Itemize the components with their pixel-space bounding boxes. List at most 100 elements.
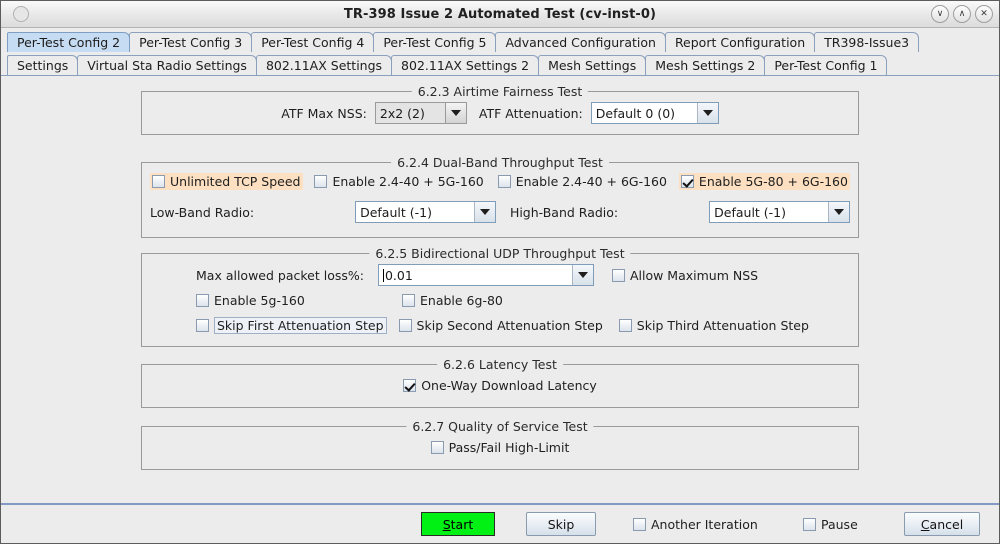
checkbox-box: [633, 517, 646, 531]
checkbox-label: Skip Second Attenuation Step: [416, 318, 603, 333]
checkbox-box: [803, 517, 816, 531]
checkbox-enable-5g-80-plus-6g-160[interactable]: Enable 5G-80 + 6G-160: [678, 173, 850, 190]
chevron-down-icon[interactable]: [827, 202, 849, 222]
max-packet-loss-combo[interactable]: 0.01: [377, 264, 594, 286]
start-label: tart: [450, 516, 474, 532]
checkbox-label: Enable 6g-80: [420, 293, 503, 308]
group-quality-of-service-test: 6.2.7 Quality of Service Test Pass/Fail …: [141, 419, 859, 470]
cancel-mnemonic: C: [920, 516, 930, 532]
group-bidirectional-udp-throughput-test: 6.2.5 Bidirectional UDP Throughput Test …: [141, 246, 859, 347]
checkbox-skip-first-attenuation-step[interactable]: Skip First Attenuation Step: [194, 316, 389, 335]
checkbox-label: Pause: [821, 516, 858, 532]
low-band-radio-select[interactable]: Default (-1): [355, 201, 496, 223]
tab-per-test-config-1[interactable]: Per-Test Config 1: [764, 55, 888, 75]
maximize-icon[interactable]: ∧: [953, 5, 971, 23]
checkbox-label: Skip First Attenuation Step: [214, 317, 387, 334]
checkbox-enable-24-40-plus-5g-160[interactable]: Enable 2.4-40 + 5G-160: [312, 173, 485, 190]
group-dualband-legend: 6.2.4 Dual-Band Throughput Test: [391, 155, 609, 170]
chevron-down-icon[interactable]: [696, 103, 718, 123]
group-latency-test: 6.2.6 Latency Test One-Way Download Late…: [141, 357, 859, 408]
group-airtime-fairness-test: 6.2.3 Airtime Fairness Test ATF Max NSS:…: [141, 84, 859, 135]
window-controls: ∨ ∧ ✕: [931, 1, 993, 27]
skip-button[interactable]: Skip: [526, 512, 596, 536]
atf-attenuation-select[interactable]: Default 0 (0): [590, 102, 719, 124]
tab-tr398-issue3[interactable]: TR398-Issue3: [814, 32, 920, 52]
cancel-button[interactable]: Cancel: [904, 512, 980, 536]
checkbox-label: Skip Third Attenuation Step: [636, 318, 809, 333]
tab-per-test-config-2[interactable]: Per-Test Config 2: [7, 32, 131, 52]
checkbox-box: [314, 175, 328, 188]
checkbox-allow-maximum-nss[interactable]: Allow Maximum NSS: [610, 267, 760, 284]
low-band-radio-value: Default (-1): [360, 204, 432, 220]
checkbox-skip-third-attenuation-step[interactable]: Skip Third Attenuation Step: [617, 317, 811, 334]
checkbox-enable-5g-160[interactable]: Enable 5g-160: [194, 292, 400, 309]
checkbox-box: [497, 175, 511, 188]
tab-virtual-sta-radio-settings[interactable]: Virtual Sta Radio Settings: [77, 55, 257, 75]
atf-max-nss-label: ATF Max NSS:: [281, 105, 367, 121]
group-qos-legend: 6.2.7 Quality of Service Test: [406, 419, 594, 434]
atf-attenuation-value: Default 0 (0): [595, 105, 676, 121]
checkbox-box: [618, 319, 632, 332]
start-mnemonic: S: [442, 516, 451, 532]
checkbox-skip-second-attenuation-step[interactable]: Skip Second Attenuation Step: [397, 317, 605, 334]
tab-row-1: Per-Test Config 2 Per-Test Config 3 Per-…: [1, 30, 999, 52]
checkbox-label: One-Way Download Latency: [421, 378, 597, 393]
checkbox-label: Allow Maximum NSS: [629, 267, 759, 283]
checkbox-box: [152, 175, 165, 188]
checkbox-label: Unlimited TCP Speed: [170, 174, 301, 189]
checkbox-pause[interactable]: Pause: [801, 516, 860, 533]
atf-max-nss-value: 2x2 (2): [375, 103, 445, 123]
title-bar[interactable]: TR-398 Issue 2 Automated Test (cv-inst-0…: [1, 1, 999, 28]
checkbox-box: [398, 319, 412, 332]
checkbox-one-way-download-latency[interactable]: One-Way Download Latency: [401, 377, 599, 394]
low-band-radio-label: Low-Band Radio:: [150, 204, 255, 220]
tab-per-test-config-4[interactable]: Per-Test Config 4: [251, 32, 375, 52]
checkbox-label: Pass/Fail High-Limit: [448, 440, 570, 455]
chevron-down-icon[interactable]: [571, 265, 593, 285]
checkbox-label: Enable 5G-80 + 6G-160: [698, 174, 848, 189]
group-dual-band-throughput-test: 6.2.4 Dual-Band Throughput Test Unlimite…: [141, 155, 859, 238]
tab-content-per-test-config-2: 6.2.3 Airtime Fairness Test ATF Max NSS:…: [1, 75, 999, 503]
application-window: TR-398 Issue 2 Automated Test (cv-inst-0…: [0, 0, 1000, 544]
tab-advanced-configuration[interactable]: Advanced Configuration: [495, 32, 666, 52]
checkbox-box: [611, 268, 625, 282]
tab-bar: Per-Test Config 2 Per-Test Config 3 Per-…: [1, 28, 999, 75]
high-band-radio-select[interactable]: Default (-1): [709, 201, 850, 223]
chevron-down-icon[interactable]: [444, 103, 466, 123]
high-band-radio-label: High-Band Radio:: [509, 204, 619, 220]
group-udp-legend: 6.2.5 Bidirectional UDP Throughput Test: [369, 246, 631, 261]
checkbox-box: [680, 175, 694, 188]
checkbox-enable-24-40-plus-6g-160[interactable]: Enable 2.4-40 + 6G-160: [496, 173, 669, 190]
high-band-radio-value: Default (-1): [714, 204, 787, 220]
checkbox-unlimited-tcp-speed[interactable]: Unlimited TCP Speed: [150, 173, 303, 190]
tab-80211ax-settings-2[interactable]: 802.11AX Settings 2: [391, 55, 540, 75]
group-airtime-legend: 6.2.3 Airtime Fairness Test: [411, 84, 589, 99]
checkbox-box: [196, 294, 209, 307]
checkbox-enable-6g-80[interactable]: Enable 6g-80: [400, 292, 505, 309]
max-packet-loss-input[interactable]: 0.01: [379, 265, 572, 285]
tab-row-2: Settings Virtual Sta Radio Settings 802.…: [1, 52, 999, 75]
start-button[interactable]: Start: [421, 512, 495, 536]
tab-report-configuration[interactable]: Report Configuration: [664, 32, 816, 52]
tab-80211ax-settings[interactable]: 802.11AX Settings: [255, 55, 393, 75]
minimize-icon[interactable]: ∨: [931, 5, 949, 23]
checkbox-box: [196, 319, 209, 332]
window-title: TR-398 Issue 2 Automated Test (cv-inst-0…: [343, 6, 657, 22]
close-icon[interactable]: ✕: [975, 5, 993, 23]
tab-settings[interactable]: Settings: [7, 55, 79, 75]
checkbox-label: Enable 2.4-40 + 6G-160: [515, 174, 667, 189]
action-bar: Start Skip Another Iteration Pause Cance…: [1, 503, 999, 543]
checkbox-label: Enable 5g-160: [214, 293, 305, 308]
checkbox-label: Another Iteration: [651, 516, 758, 532]
checkbox-box: [430, 441, 444, 454]
tab-mesh-settings-2[interactable]: Mesh Settings 2: [645, 55, 766, 75]
checkbox-pass-fail-high-limit[interactable]: Pass/Fail High-Limit: [429, 439, 572, 456]
checkbox-box: [402, 294, 415, 307]
tab-per-test-config-3[interactable]: Per-Test Config 3: [129, 32, 253, 52]
chevron-down-icon[interactable]: [473, 202, 495, 222]
tab-mesh-settings[interactable]: Mesh Settings: [538, 55, 647, 75]
atf-attenuation-label: ATF Attenuation:: [478, 105, 583, 121]
tab-per-test-config-5[interactable]: Per-Test Config 5: [373, 32, 497, 52]
atf-max-nss-select[interactable]: 2x2 (2): [374, 102, 467, 124]
checkbox-another-iteration[interactable]: Another Iteration: [631, 516, 760, 533]
